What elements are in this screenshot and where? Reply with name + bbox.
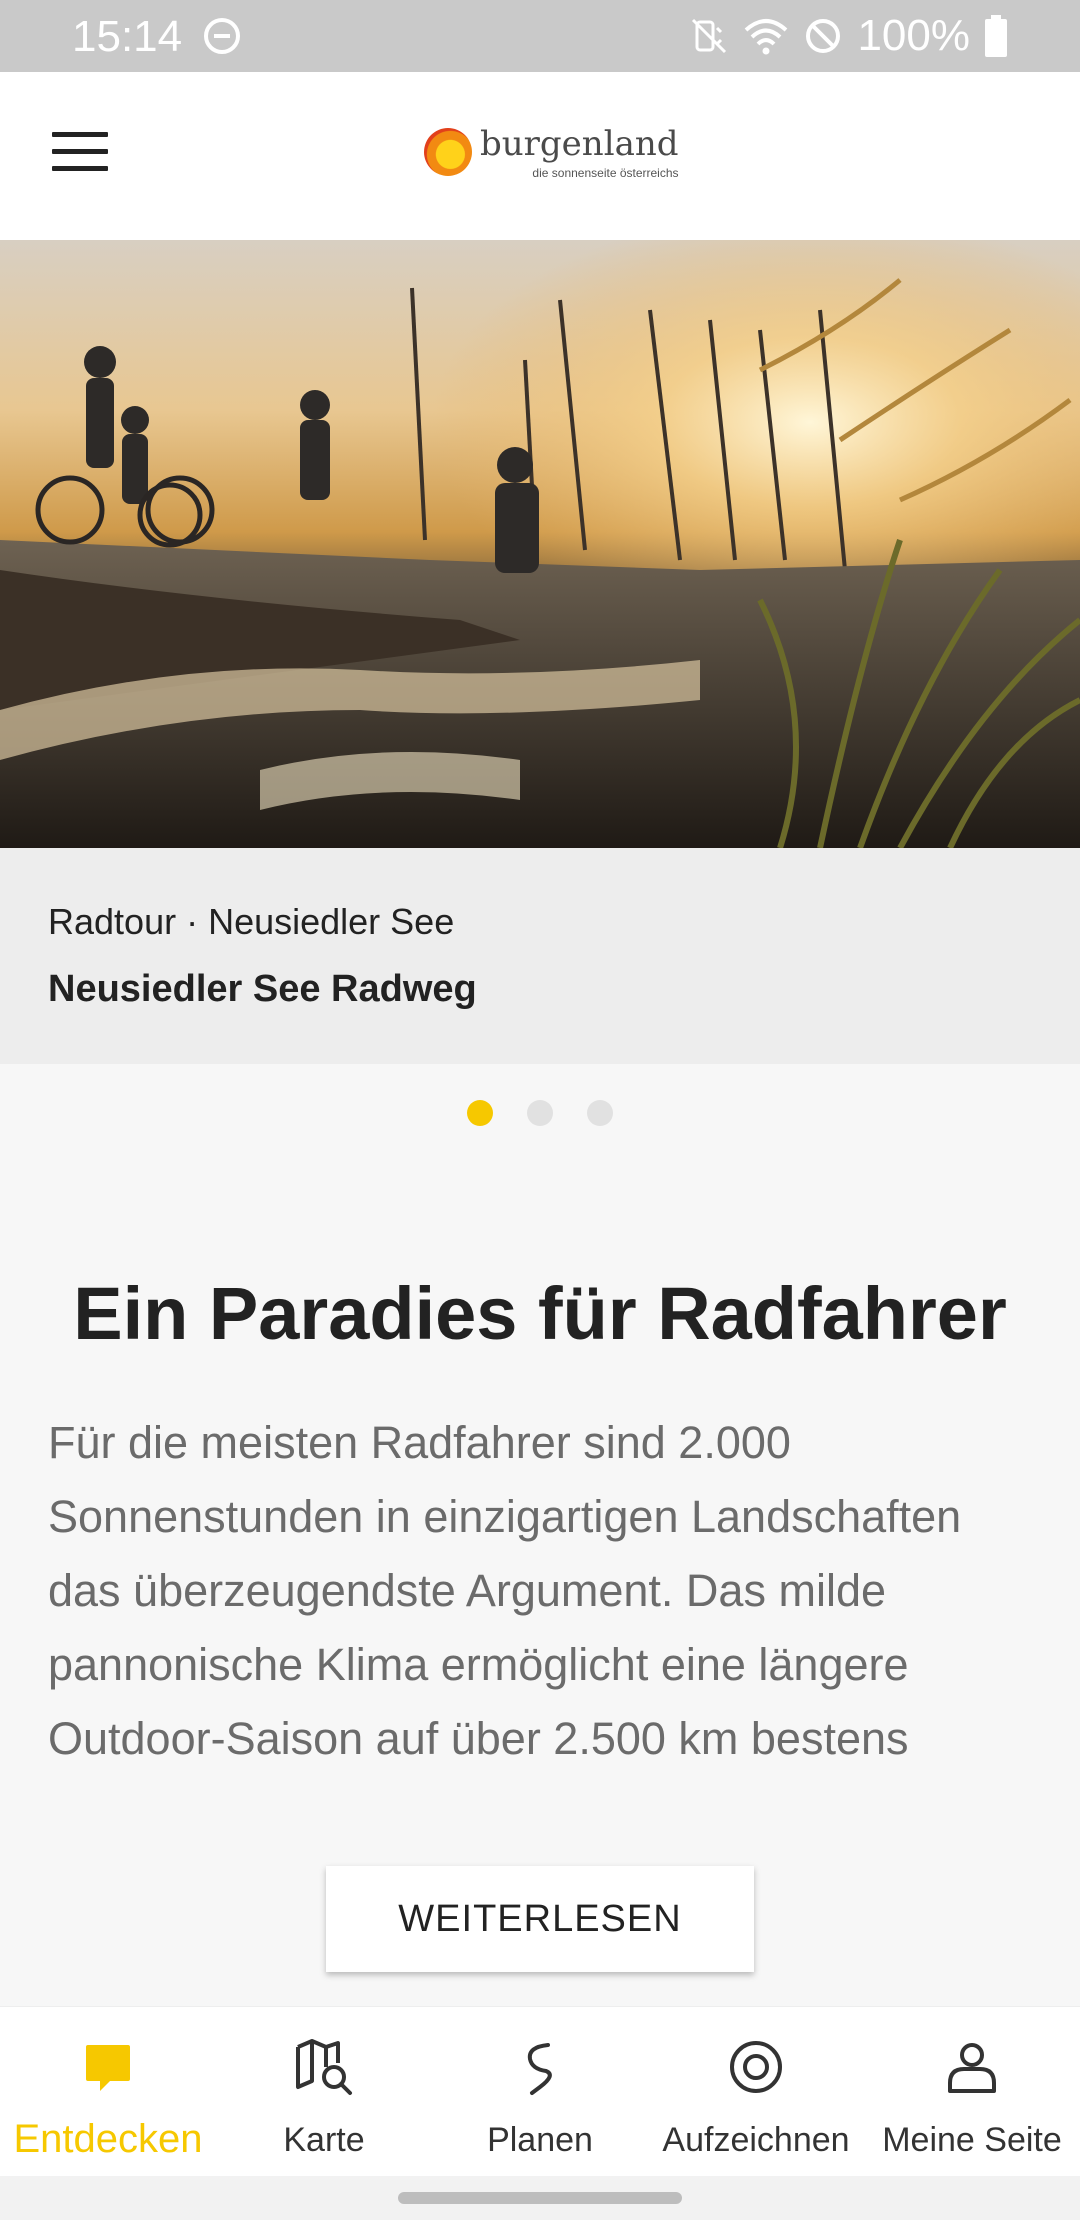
logo-claim: die sonnenseite österreichs [532,166,679,180]
map-search-icon [296,2039,352,2095]
sun-logo-icon [424,128,472,176]
battery-icon [985,15,1007,57]
pager-dot-2[interactable] [527,1100,553,1126]
nav-item-karte[interactable]: Karte [216,2007,432,2177]
status-icons: 100% [689,10,1008,62]
gesture-bar [0,2176,1080,2220]
bottom-navigation: Entdecken Karte Planen Aufzeichnen Meine… [0,2006,1080,2176]
nav-item-entdecken[interactable]: Entdecken [0,2007,216,2177]
blocked-icon [806,19,841,53]
gesture-handle[interactable] [398,2192,682,2204]
pager-dot-3[interactable] [587,1100,613,1126]
nav-label-meine-seite: Meine Seite [882,2121,1062,2159]
app-bar: burgenland die sonnenseite österreichs [0,72,1080,240]
nav-label-entdecken: Entdecken [13,2117,203,2161]
nav-label-karte: Karte [283,2121,365,2159]
status-bar: 15:14 100% [0,0,1080,72]
logo-name: burgenland [480,124,679,164]
nav-label-planen: Planen [487,2121,593,2159]
nav-item-aufzeichnen[interactable]: Aufzeichnen [648,2007,864,2177]
hero-card-caption[interactable]: Radtour · Neusiedler See Neusiedler See Ra… [0,848,1080,1064]
read-more-button[interactable]: WEITERLESEN [326,1866,754,1972]
hero-card-meta: Radtour · Neusiedler See [48,900,1032,944]
section-headline: Ein Paradies für Radfahrer [73,1272,1007,1355]
status-time: 15:14 [72,12,183,61]
nav-label-aufzeichnen: Aufzeichnen [662,2121,850,2159]
hero-card-location: Neusiedler See [208,901,455,942]
meta-separator: · [186,901,199,942]
record-icon [730,2041,782,2093]
nav-item-meine-seite[interactable]: Meine Seite [864,2007,1080,2177]
hero-image[interactable] [0,240,1080,848]
mute-icon [692,18,727,54]
pager-dot-1[interactable] [467,1100,493,1126]
do-not-disturb-icon [204,18,240,54]
hero-illustration [0,240,1080,848]
section-intro-text: Für die meisten Radfahrer sind 2.000 Son… [48,1417,962,1764]
hero-card-category: Radtour [48,901,177,942]
burgenland-logo: burgenland die sonnenseite österreichs [424,124,679,180]
hero-card-title: Neusiedler See Radweg [48,968,477,1010]
wifi-icon [745,19,788,55]
nav-item-planen[interactable]: Planen [432,2007,648,2177]
carousel-pager [0,1100,1080,1126]
discover-icon [86,2045,130,2091]
hamburger-icon[interactable] [52,132,112,176]
route-icon [527,2043,552,2095]
battery-percentage: 100% [857,11,970,60]
user-icon [948,2043,996,2093]
